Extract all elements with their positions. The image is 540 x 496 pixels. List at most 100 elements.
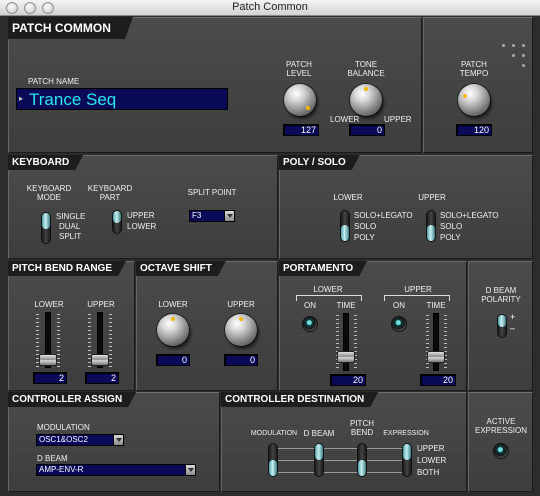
- modulation-dropdown[interactable]: OSC1&OSC2: [36, 434, 124, 446]
- keyboard-mode-dual: DUAL: [59, 222, 81, 231]
- dest-modulation-switch[interactable]: [268, 443, 278, 477]
- pitch-bend-panel: PITCH BEND RANGE LOWER 2 UPPER 2: [8, 261, 135, 391]
- keyboard-part-label: KEYBOARD PART: [87, 184, 133, 202]
- patch-tempo-label: PATCH TEMPO: [459, 60, 489, 78]
- keyboard-header: KEYBOARD: [8, 155, 83, 170]
- patch-level-knob[interactable]: [284, 84, 316, 116]
- knob-indicator-icon: [306, 106, 310, 110]
- dest-dbeam-switch[interactable]: [314, 443, 324, 477]
- knob-indicator-icon: [171, 317, 175, 321]
- active-expression-button[interactable]: [493, 443, 509, 459]
- keyboard-part-upper: UPPER: [127, 211, 155, 220]
- octave-shift-upper-knob[interactable]: [225, 314, 257, 346]
- split-point-dropdown[interactable]: F3: [189, 210, 235, 222]
- poly-solo-header: POLY / SOLO: [279, 155, 360, 170]
- pitch-bend-upper-label: UPPER: [87, 300, 115, 309]
- tone-balance-label: TONE BALANCE: [347, 60, 385, 78]
- patch-common-panel: PATCH COMMON PATCH NAME ▸ Trance Seq PAT…: [8, 17, 422, 153]
- octave-shift-panel: OCTAVE SHIFT LOWER 0 UPPER 0: [136, 261, 278, 391]
- controller-destination-panel: CONTROLLER DESTINATION MODULATION D BEAM…: [221, 392, 467, 492]
- portamento-lower-on-label: ON: [304, 301, 316, 310]
- portamento-header: PORTAMENTO: [279, 261, 367, 276]
- grip-dot-icon: [512, 54, 515, 57]
- split-point-label: SPLIT POINT: [187, 188, 237, 197]
- dbeam-polarity-switch[interactable]: [497, 314, 507, 338]
- octave-shift-header: OCTAVE SHIFT: [136, 261, 226, 276]
- dest-pitch-bend-switch[interactable]: [357, 443, 367, 477]
- poly-solo-lower-option-1: SOLO: [354, 222, 377, 231]
- tone-balance-value: 0: [349, 124, 385, 136]
- portamento-upper-label: UPPER: [404, 285, 432, 294]
- patch-name-label: PATCH NAME: [28, 77, 80, 86]
- poly-solo-lower-option-0: SOLO+LEGATO: [354, 211, 413, 220]
- grip-dot-icon: [522, 54, 525, 57]
- dest-modulation-label: MODULATION: [250, 430, 298, 437]
- chevron-down-icon: [113, 435, 123, 445]
- dest-pitch-bend-label: PITCH BEND: [350, 419, 374, 437]
- keyboard-part-switch[interactable]: [112, 210, 122, 234]
- patch-level-value: 127: [283, 124, 319, 136]
- patch-tempo-panel: PATCH TEMPO 120: [423, 17, 533, 153]
- tone-balance-upper-label: UPPER: [384, 115, 412, 124]
- dbeam-polarity-minus: –: [510, 323, 516, 333]
- active-expression-panel: ACTIVE EXPRESSION: [468, 392, 533, 492]
- dbeam-assign-dropdown[interactable]: AMP-ENV-R: [36, 464, 196, 476]
- grip-dot-icon: [522, 64, 525, 67]
- tone-balance-knob[interactable]: [350, 84, 382, 116]
- controller-destination-header: CONTROLLER DESTINATION: [221, 392, 378, 407]
- keyboard-mode-split: SPLIT: [59, 232, 82, 241]
- window-title: Patch Common: [232, 1, 308, 13]
- keyboard-mode-single: SINGLE: [56, 212, 86, 221]
- grip-dot-icon: [512, 44, 515, 47]
- portamento-lower-time-fader[interactable]: [337, 351, 355, 363]
- portamento-upper-on-button[interactable]: [391, 316, 407, 332]
- dbeam-assign-label: D BEAM: [37, 454, 68, 463]
- dest-option-upper: UPPER: [417, 444, 445, 453]
- patch-tempo-value: 120: [456, 124, 492, 136]
- active-expression-label: ACTIVE EXPRESSION: [474, 417, 527, 435]
- portamento-upper-time-fader[interactable]: [427, 351, 445, 363]
- pitch-bend-upper-fader[interactable]: [91, 354, 109, 366]
- portamento-upper-time-value: 20: [420, 374, 456, 386]
- patch-tempo-knob[interactable]: [458, 84, 490, 116]
- dest-expression-switch[interactable]: [402, 443, 412, 477]
- poly-solo-lower-switch[interactable]: [340, 210, 350, 242]
- dbeam-assign-value: AMP-ENV-R: [39, 465, 84, 474]
- pitch-bend-lower-value: 2: [33, 372, 67, 384]
- modulation-value: OSC1&OSC2: [39, 435, 88, 444]
- patch-level-label: PATCH LEVEL: [286, 60, 312, 78]
- poly-solo-upper-switch[interactable]: [426, 210, 436, 242]
- portamento-lower-time-label: TIME: [336, 301, 356, 310]
- dest-dbeam-label: D BEAM: [303, 429, 335, 438]
- dbeam-polarity-label: D BEAM POLARITY: [481, 286, 521, 304]
- octave-shift-upper-value: 0: [224, 354, 258, 366]
- patch-name-field[interactable]: ▸ Trance Seq: [16, 88, 228, 110]
- dest-expression-label: EXPRESSION: [383, 430, 429, 437]
- octave-shift-upper-label: UPPER: [227, 300, 255, 309]
- poly-solo-panel: POLY / SOLO LOWER SOLO+LEGATO SOLO POLY …: [279, 155, 533, 259]
- octave-shift-lower-knob[interactable]: [157, 314, 189, 346]
- pitch-bend-lower-fader[interactable]: [39, 354, 57, 366]
- split-point-value: F3: [192, 211, 202, 220]
- keyboard-mode-switch[interactable]: [41, 212, 51, 244]
- dest-option-both: BOTH: [417, 468, 440, 477]
- pitch-bend-upper-value: 2: [85, 372, 119, 384]
- grip-dot-icon: [502, 44, 505, 47]
- grip-dot-icon: [522, 44, 525, 47]
- portamento-upper-on-label: ON: [393, 301, 405, 310]
- window-titlebar: Patch Common: [0, 0, 540, 16]
- modulation-label: MODULATION: [37, 423, 90, 432]
- portamento-panel: PORTAMENTO LOWER ON TIME 20 UPPER ON TIM…: [279, 261, 467, 391]
- portamento-lower-time-value: 20: [330, 374, 366, 386]
- tone-balance-lower-label: LOWER: [330, 115, 360, 124]
- poly-solo-upper-option-2: POLY: [440, 233, 461, 242]
- patch-name-value: Trance Seq: [29, 90, 117, 109]
- poly-solo-upper-option-1: SOLO: [440, 222, 463, 231]
- portamento-upper-time-label: TIME: [426, 301, 446, 310]
- poly-solo-upper-option-0: SOLO+LEGATO: [440, 211, 499, 220]
- poly-solo-lower-option-2: POLY: [354, 233, 375, 242]
- octave-shift-lower-value: 0: [156, 354, 190, 366]
- knob-indicator-icon: [239, 317, 243, 321]
- portamento-lower-on-button[interactable]: [302, 316, 318, 332]
- poly-solo-upper-label: UPPER: [418, 193, 446, 202]
